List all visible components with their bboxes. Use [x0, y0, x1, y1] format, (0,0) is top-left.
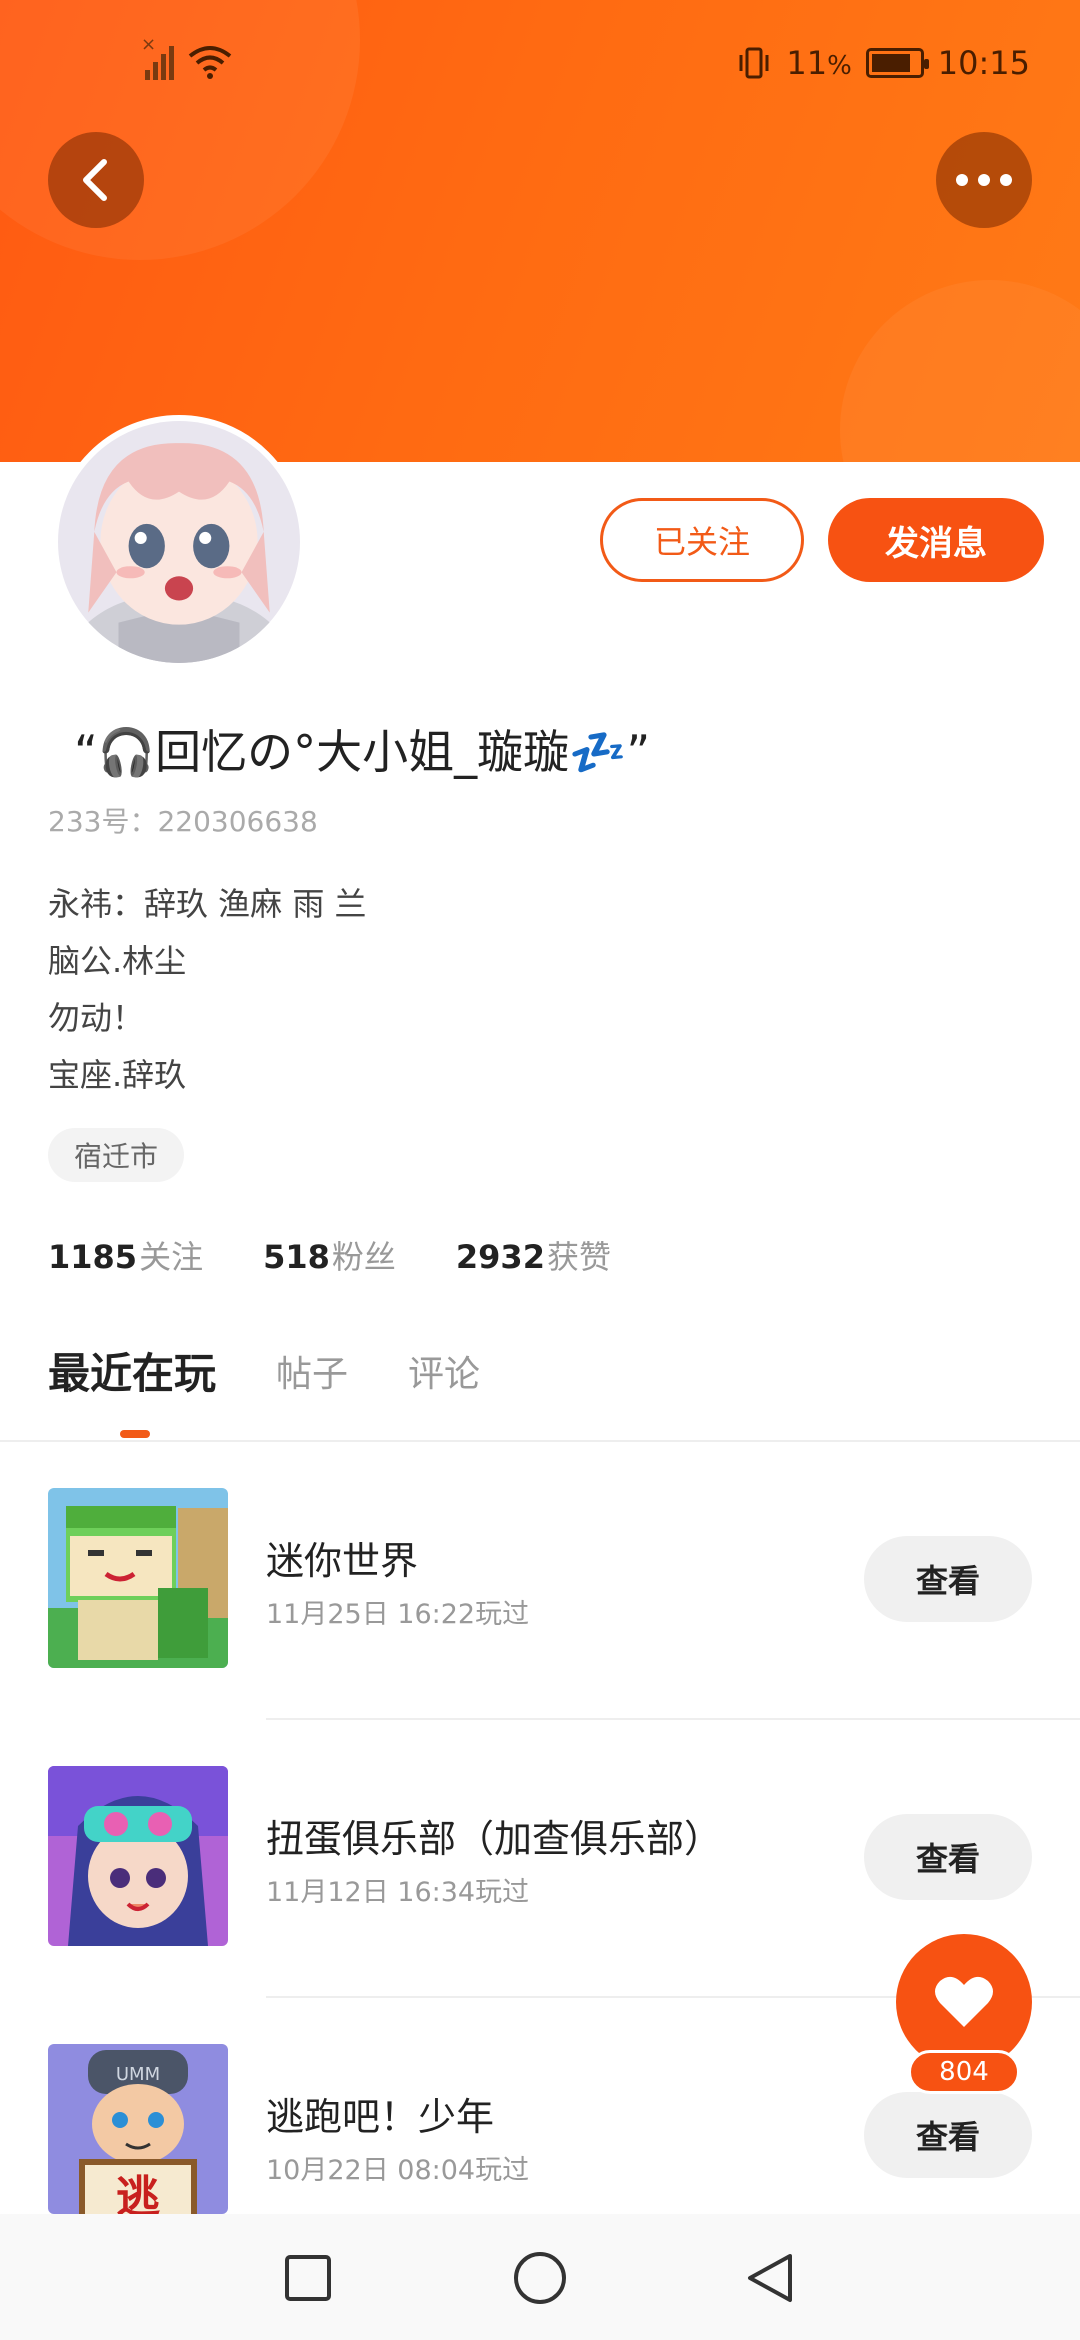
fans-stat[interactable]: 518 粉丝 — [263, 1232, 396, 1278]
chevron-left-icon — [83, 159, 107, 201]
followed-button[interactable]: 已关注 — [600, 498, 804, 582]
bio-line: 宝座.辞玖 — [48, 1056, 187, 1094]
following-stat[interactable]: 1185 关注 — [48, 1232, 203, 1278]
tab-active-indicator — [120, 1430, 150, 1438]
following-count: 1185 — [48, 1238, 138, 1276]
tab-posts[interactable]: 帖子 — [276, 1345, 348, 1397]
user-id-label: 233号： — [48, 805, 158, 838]
wifi-icon — [188, 46, 232, 79]
game-icon-cap-text: UMM — [116, 2064, 160, 2085]
location-tag[interactable]: 宿迁市 — [48, 1128, 185, 1182]
view-button[interactable]: 查看 — [864, 2092, 1032, 2178]
battery-percent: 11% — [786, 44, 851, 82]
status-bar: × 11% 10:15 — [0, 34, 1080, 90]
bio: 永祎：辞玖 渔麻 雨 兰 脑公.林尘 勿动！ 宝座.辞玖 — [48, 876, 367, 1104]
more-button[interactable] — [936, 132, 1032, 228]
game-list-item[interactable]: 迷你世界 11月25日 16:22玩过 查看 — [0, 1488, 1080, 1766]
clock: 10:15 — [937, 44, 1030, 82]
battery-percent-value: 11 — [786, 44, 828, 82]
battery-icon — [865, 48, 929, 78]
avatar[interactable] — [52, 415, 306, 669]
game-played-time: 11月12日 16:34玩过 — [266, 1877, 530, 1908]
nav-back-button[interactable] — [740, 2248, 800, 2308]
view-button[interactable]: 查看 — [864, 1536, 1032, 1622]
game-name: 迷你世界 — [266, 1539, 419, 1583]
bio-line: 脑公.林尘 — [48, 942, 187, 980]
game-icon — [48, 1488, 228, 1668]
battery-percent-symbol: % — [827, 51, 852, 81]
tab-recently-played[interactable]: 最近在玩 — [48, 1340, 216, 1401]
game-icon: UMM 逃 — [48, 2044, 228, 2214]
likes-stat[interactable]: 2932 获赞 — [456, 1232, 611, 1278]
send-message-button[interactable]: 发消息 — [828, 498, 1044, 582]
banner-decoration — [0, 0, 360, 260]
game-icon-text: 逃 — [116, 2172, 160, 2214]
signal-icon: × — [141, 34, 174, 80]
bio-line: 勿动！ — [48, 999, 145, 1037]
tab-comments[interactable]: 评论 — [408, 1345, 480, 1397]
heart-icon — [935, 1976, 993, 2027]
divider — [0, 1440, 1080, 1442]
divider — [266, 1718, 1080, 1720]
circle-icon — [514, 2252, 566, 2304]
game-played-time: 10月22日 08:04玩过 — [266, 2155, 530, 2186]
likes-label: 获赞 — [546, 1238, 611, 1276]
fans-label: 粉丝 — [331, 1238, 396, 1276]
bio-line: 永祎：辞玖 渔麻 雨 兰 — [48, 885, 367, 923]
vibrate-icon — [739, 47, 769, 79]
game-name: 扭蛋俱乐部（加查俱乐部） — [266, 1817, 723, 1861]
game-name: 逃跑吧！少年 — [266, 2095, 495, 2139]
user-id: 233号：220306638 — [48, 800, 318, 840]
avatar-image — [58, 421, 300, 663]
more-horizontal-icon — [956, 174, 1012, 186]
triangle-back-icon — [748, 2254, 792, 2302]
like-count-badge: 804 — [908, 2050, 1020, 2094]
game-icon — [48, 1766, 228, 1946]
profile-stats: 1185 关注 518 粉丝 2932 获赞 — [48, 1232, 611, 1278]
square-icon — [285, 2255, 331, 2301]
following-label: 关注 — [139, 1238, 204, 1276]
profile-tabs: 最近在玩 帖子 评论 — [48, 1340, 480, 1401]
status-left: × — [141, 34, 232, 80]
recents-button[interactable] — [278, 2248, 338, 2308]
user-id-value: 220306638 — [157, 805, 318, 838]
home-button[interactable] — [510, 2248, 570, 2308]
nickname: “🎧回忆の°大小姐_璇璇💤” — [74, 725, 651, 779]
system-nav-bar — [0, 2214, 1080, 2340]
view-button[interactable]: 查看 — [864, 1814, 1032, 1900]
likes-count: 2932 — [455, 1238, 545, 1276]
banner-decoration — [840, 280, 1080, 462]
game-played-time: 11月25日 16:22玩过 — [266, 1599, 530, 1630]
status-right: 11% 10:15 — [736, 44, 1030, 82]
back-button[interactable] — [48, 132, 144, 228]
fans-count: 518 — [263, 1238, 330, 1276]
